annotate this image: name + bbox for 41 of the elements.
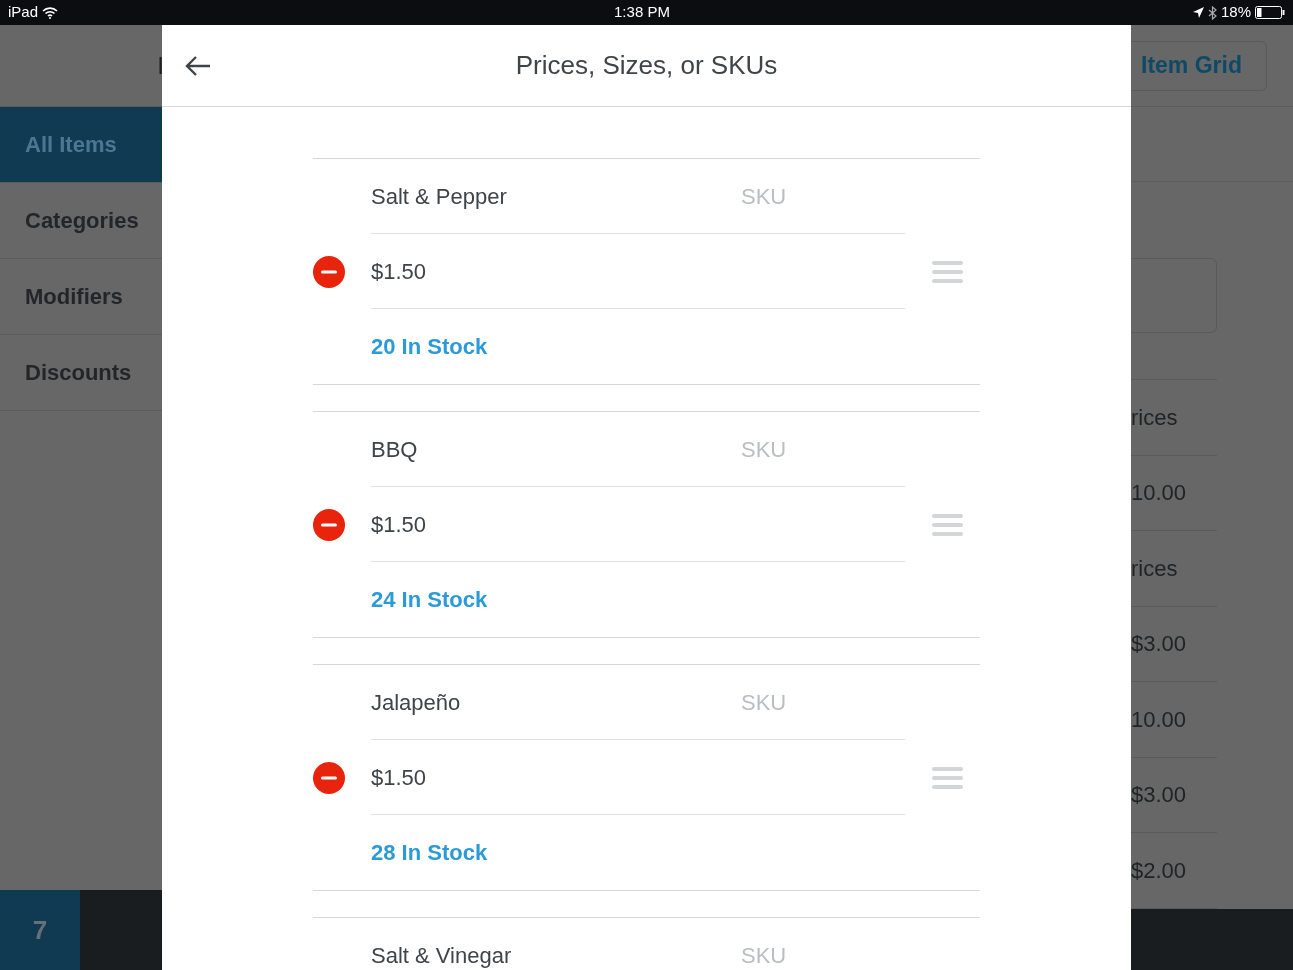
input-box[interactable] [1131,258,1217,333]
clock: 1:38 PM [614,2,670,23]
location-icon [1192,7,1204,18]
stock-link[interactable]: 20 In Stock [371,330,488,363]
price-text: 10.00 [1131,705,1187,734]
drag-handle-icon[interactable] [932,766,963,789]
drag-handle-icon[interactable] [932,513,963,536]
battery-icon [1255,6,1285,19]
variation-name[interactable]: BBQ [371,432,741,466]
remove-icon[interactable] [313,761,345,794]
remove-icon[interactable] [313,255,345,288]
price-text: rices [1131,403,1178,432]
price-text: 10.00 [1131,479,1187,508]
sku-field[interactable]: SKU [741,685,905,719]
device-name: iPad [8,2,39,23]
price-value[interactable]: $1.50 [371,760,427,794]
stock-link[interactable]: 24 In Stock [371,583,488,616]
remove-icon[interactable] [313,508,345,541]
price-text: $3.00 [1131,781,1187,810]
price-text: $2.00 [1131,856,1187,885]
battery-percent: 18% [1220,2,1251,23]
sku-field[interactable]: SKU [741,179,905,213]
variation-name[interactable]: Salt & Vinegar [371,938,741,970]
variation-name[interactable]: Jalapeño [371,685,741,719]
item-grid-button[interactable]: Item Grid [1131,40,1267,91]
price-text: $3.00 [1131,630,1187,659]
back-arrow-icon[interactable] [185,54,211,77]
price-text: rices [1131,554,1178,583]
price-value[interactable]: $1.50 [371,254,427,288]
sku-field[interactable]: SKU [741,432,905,466]
stock-link[interactable]: 28 In Stock [371,836,488,869]
item-count-tile[interactable]: 7 [0,890,80,970]
sidebar-item[interactable]: All Items [0,107,162,183]
wifi-icon [42,6,59,19]
header-text-fragment: I [157,50,164,81]
variation-name[interactable]: Salt & Pepper [371,179,741,213]
sku-field[interactable]: SKU [741,938,905,970]
bluetooth-icon [1207,5,1217,20]
dialog-title: Prices, Sizes, or SKUs [514,49,779,82]
price-value[interactable]: $1.50 [371,507,427,541]
drag-handle-icon[interactable] [932,260,963,283]
